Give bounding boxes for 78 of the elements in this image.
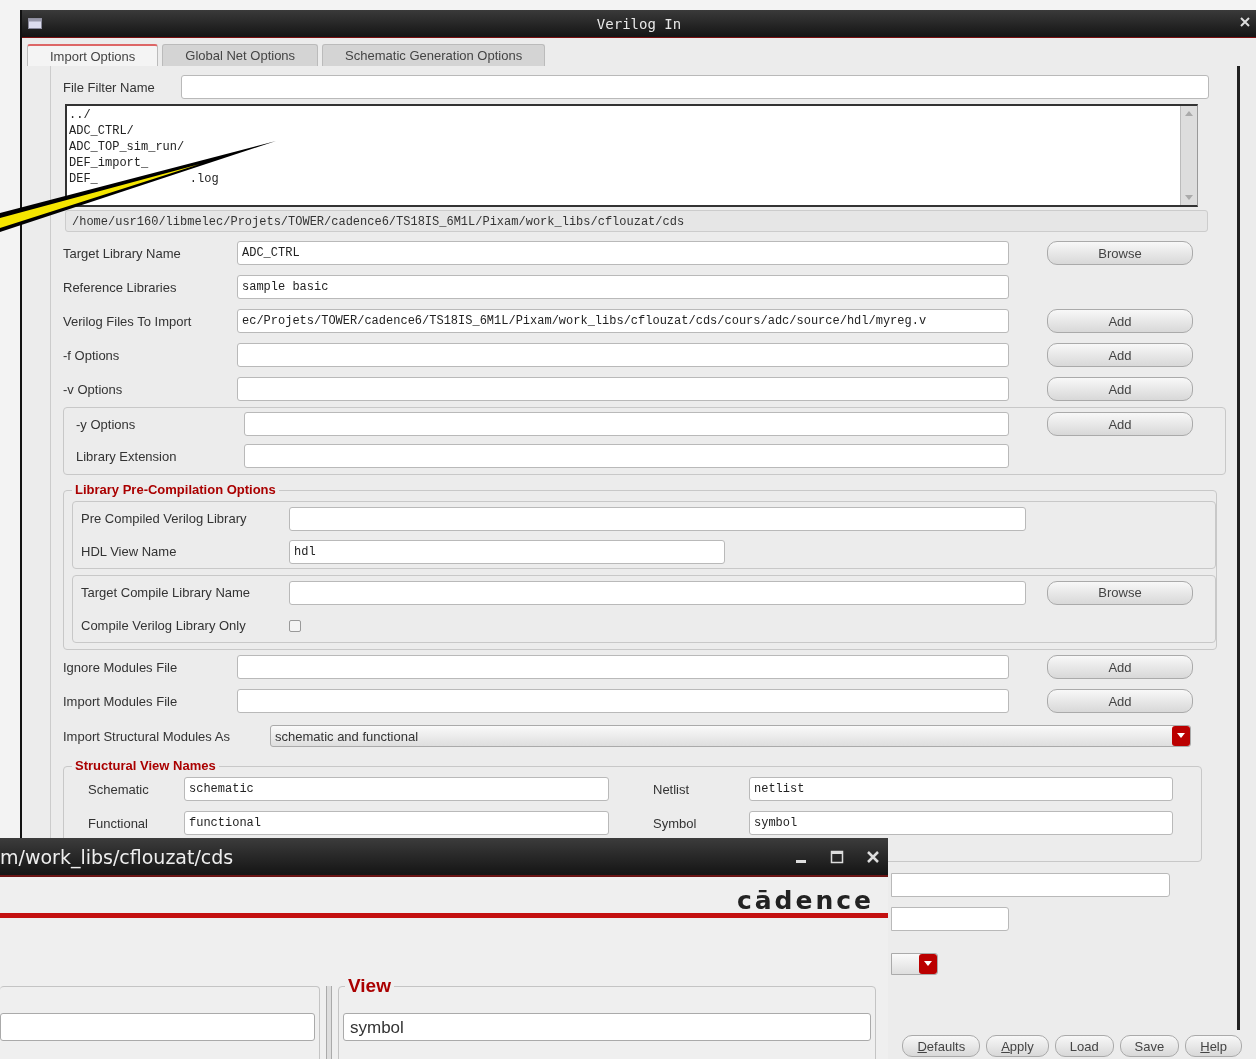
action-button[interactable]: Add [1047, 689, 1193, 713]
dropdown[interactable] [891, 953, 938, 975]
input-field[interactable] [244, 444, 1009, 468]
input-field[interactable]: netlist [749, 777, 1173, 801]
field-label: Schematic [88, 781, 150, 797]
input-field[interactable] [891, 873, 1170, 897]
input-field[interactable] [181, 75, 1209, 99]
logo: cādence [736, 889, 874, 913]
input-field[interactable]: symbol [749, 811, 1173, 835]
maximize-icon[interactable] [830, 849, 844, 864]
input-field[interactable] [891, 907, 1009, 931]
window-title: m/work_libs/cflouzat/cds [0, 845, 235, 868]
input-field[interactable]: sample basic [237, 275, 1009, 299]
dropdown[interactable]: schematic and functional [270, 725, 1191, 747]
field-label: Verilog Files To Import [63, 313, 193, 329]
field-label: Library Extension [76, 448, 178, 464]
field-label: -f Options [63, 347, 121, 363]
group-title: Library Pre-Compilation Options [72, 482, 279, 497]
action-button[interactable]: Help [1185, 1035, 1242, 1057]
input-field[interactable] [289, 506, 1026, 531]
field-label: -v Options [63, 381, 124, 397]
field-label: HDL View Name [80, 544, 178, 559]
action-button[interactable]: Add [1047, 412, 1193, 436]
close-icon[interactable] [866, 849, 880, 864]
path-display: /home/usr160/libmelec/Projets/TOWER/cadence6/TS18IS_6M1L/Pixam/work_libs/cflouzat/cds [65, 210, 1208, 232]
field-label: Reference Libraries [63, 279, 178, 295]
input-field[interactable]: hdl [289, 539, 725, 564]
caret-icon [924, 961, 932, 967]
action-button[interactable]: Browse [1047, 241, 1193, 265]
field-label: Import Structural Modules As [63, 728, 231, 744]
input-field[interactable]: ec/Projets/TOWER/cadence6/TS18IS_6M1L/Pixam/work_libs/cflouzat/cds/cours/adc/source/hdl/myreg.v [237, 309, 1009, 333]
input-field[interactable]: functional [184, 811, 609, 835]
window-icon [28, 18, 42, 29]
field-label: Import Modules File [63, 693, 179, 709]
input-field[interactable] [237, 655, 1009, 679]
tab[interactable]: Global Net Options [162, 44, 319, 66]
window-title: Verilog In [596, 15, 682, 32]
action-button[interactable]: Browse [1047, 580, 1193, 605]
field-label: Symbol [653, 815, 698, 831]
file-list[interactable]: ../ ADC_CTRL/ ADC_TOP_sim_run/ DEF_import_ DEF_ .log [65, 104, 1198, 207]
close-icon[interactable] [1238, 15, 1252, 29]
input-field[interactable] [244, 412, 1009, 436]
file-item[interactable]: ADC_TOP_sim_run/ [69, 139, 185, 155]
field-label: Compile Verilog Library Only [80, 618, 247, 633]
field-label: Ignore Modules File [63, 659, 179, 675]
field-label: -y Options [76, 416, 137, 432]
caret-icon [1177, 733, 1185, 739]
input-field[interactable] [237, 377, 1009, 401]
input-field[interactable] [237, 343, 1009, 367]
file-item[interactable]: ../ [69, 107, 91, 123]
file-item[interactable]: DEF_ [69, 171, 98, 187]
input-field[interactable]: ADC_CTRL [237, 241, 1009, 265]
checkbox[interactable] [289, 619, 301, 632]
action-button[interactable]: Save [1119, 1035, 1180, 1057]
action-button[interactable]: Add [1047, 655, 1193, 679]
input-field[interactable]: schematic [184, 777, 609, 801]
tab[interactable]: Import Options [27, 44, 159, 66]
input-field[interactable] [0, 1013, 315, 1041]
field-label: Functional [88, 815, 149, 831]
action-button[interactable]: Defaults [902, 1035, 981, 1057]
action-button[interactable]: Load [1054, 1035, 1114, 1057]
field-label: File Filter Name [63, 79, 156, 95]
action-button[interactable]: Add [1047, 343, 1193, 367]
field-label: Netlist [653, 781, 691, 797]
group-title: Structural View Names [72, 758, 219, 773]
action-button[interactable]: Apply [986, 1035, 1049, 1057]
file-item[interactable]: .log [189, 171, 219, 187]
action-button[interactable]: Add [1047, 377, 1193, 401]
field-label: Target Compile Library Name [80, 585, 252, 600]
tab[interactable]: Schematic Generation Options [322, 44, 546, 66]
field-label: Target Library Name [63, 245, 182, 261]
field-label: Pre Compiled Verilog Library [80, 511, 248, 526]
input-field[interactable] [237, 689, 1009, 713]
file-item[interactable]: DEF_import_ [69, 155, 149, 171]
file-item[interactable]: ADC_CTRL/ [69, 123, 134, 139]
input-field[interactable] [289, 580, 1026, 605]
input-field[interactable]: symbol [343, 1013, 871, 1041]
action-button[interactable]: Add [1047, 309, 1193, 333]
